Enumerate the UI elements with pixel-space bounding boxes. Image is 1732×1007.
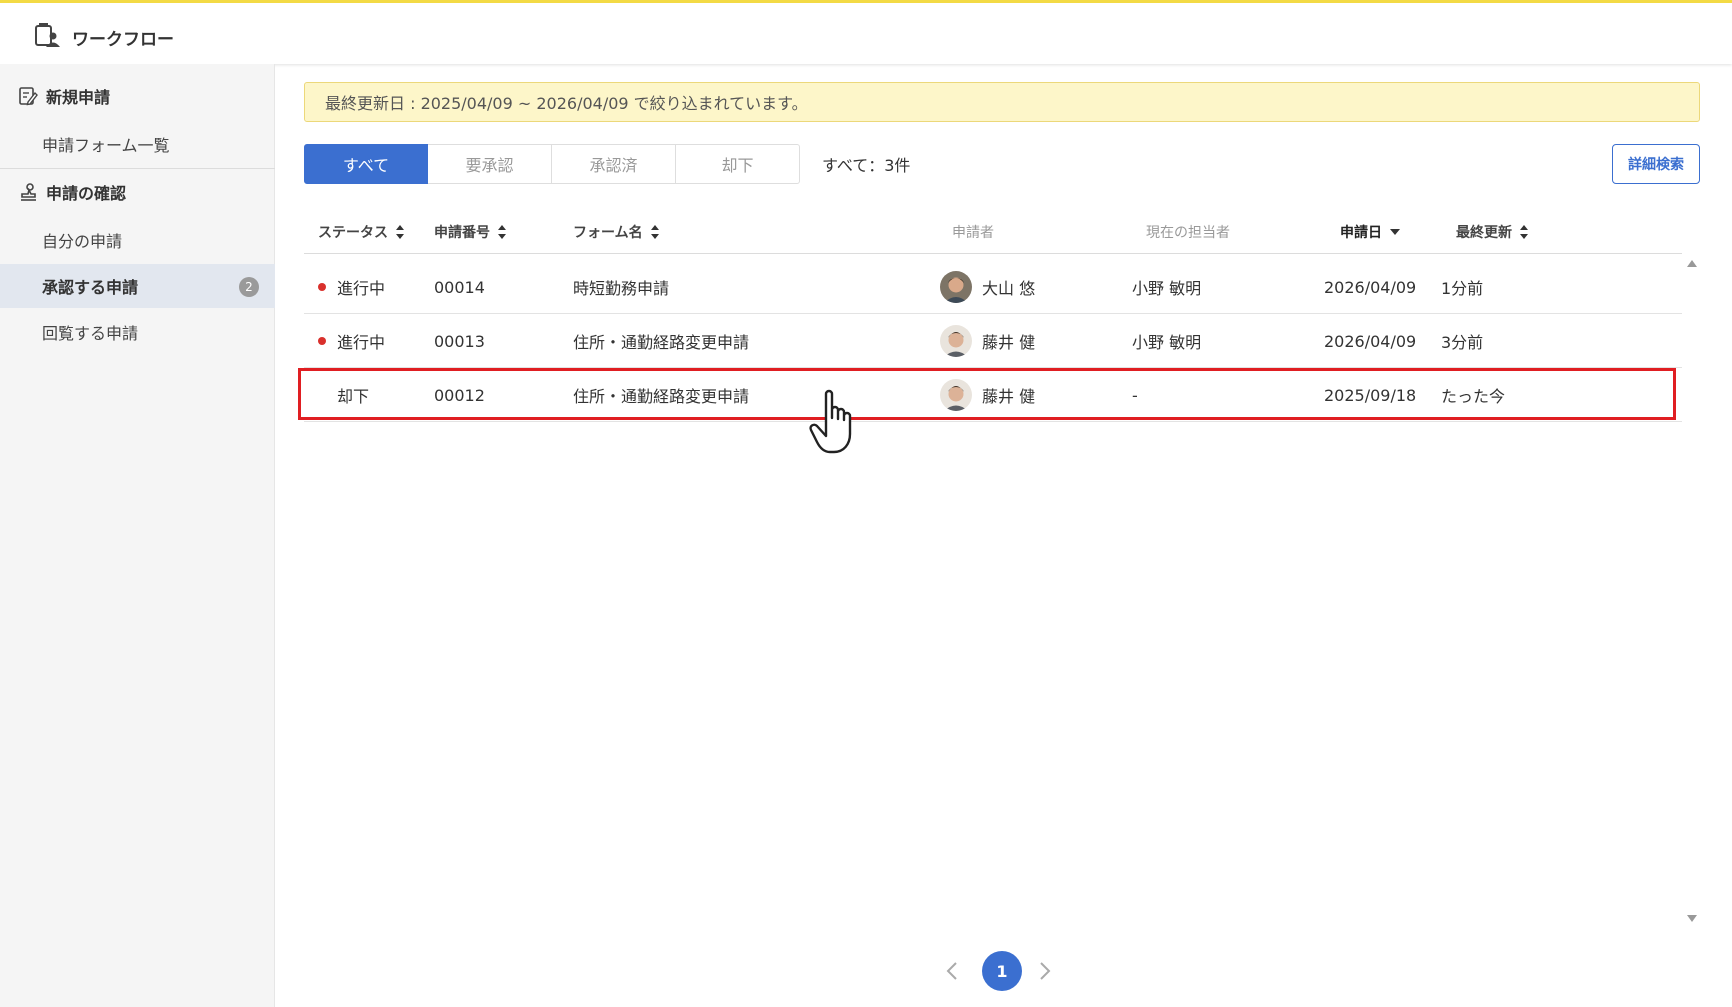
header-assignee: 現在の担当者: [1146, 210, 1230, 254]
sidebar-section-new-label: 新規申請: [46, 88, 111, 107]
scroll-up-icon[interactable]: [1687, 260, 1697, 267]
applicant-name: 大山 悠: [982, 279, 1036, 298]
tab-approved[interactable]: 承認済: [552, 144, 676, 184]
status-dot-icon: [318, 283, 326, 291]
status-cell: 進行中: [318, 314, 385, 368]
assignee-cell: -: [1132, 385, 1138, 405]
sidebar-item-label: 承認する申請: [42, 278, 139, 297]
avatar: [940, 271, 972, 303]
table-row[interactable]: 進行中 00013 住所・通勤経路変更申請 藤井 健 小野 敏明 2026/04…: [304, 314, 1682, 368]
sidebar-item-label: 自分の申請: [42, 232, 123, 251]
status-dot-icon: [318, 337, 326, 345]
sidebar-section-new: 新規申請: [0, 76, 275, 116]
header-number[interactable]: 申請番号: [434, 210, 506, 254]
chevron-left-icon[interactable]: [945, 961, 959, 985]
detail-search-label: 詳細検索: [1628, 157, 1684, 173]
form-cell: 住所・通勤経路変更申請: [573, 333, 750, 352]
table-scrollbar[interactable]: [1685, 260, 1699, 922]
header-label: ステータス: [318, 225, 388, 241]
header-updated[interactable]: 最終更新: [1456, 210, 1528, 254]
updated-cell: 1分前: [1441, 279, 1484, 298]
status-cell: 進行中: [318, 260, 385, 314]
sidebar-item-circulate[interactable]: 回覧する申請: [0, 310, 275, 354]
pagination: 1: [275, 951, 1732, 991]
status-cell: 却下: [337, 368, 369, 422]
count-badge: 2: [239, 277, 259, 297]
sort-icon: [498, 225, 506, 239]
sidebar-item-mine[interactable]: 自分の申請: [0, 218, 275, 262]
avatar: [940, 325, 972, 357]
tab-label: 却下: [721, 156, 754, 175]
scroll-down-icon[interactable]: [1687, 915, 1697, 922]
number-cell: 00013: [434, 331, 485, 351]
status-text: 進行中: [337, 333, 386, 352]
top-bar: ワークフロー: [0, 0, 1732, 64]
detail-search-button[interactable]: 詳細検索: [1612, 144, 1700, 184]
table-row[interactable]: 進行中 00014 時短勤務申請 大山 悠 小野 敏明 2026/04/09 1…: [304, 260, 1682, 314]
date-cell: 2026/04/09: [1324, 331, 1417, 351]
workflow-icon: [33, 22, 61, 50]
form-cell: 住所・通勤経路変更申請: [573, 387, 750, 406]
app-title: ワークフロー: [72, 30, 174, 50]
sidebar-section-confirm-label: 申請の確認: [46, 184, 127, 203]
sidebar-divider: [0, 168, 275, 169]
sort-icon: [396, 225, 404, 239]
sidebar-section-confirm: 申請の確認: [0, 172, 275, 212]
main-content: 最終更新日 : 2025/04/09 ~ 2026/04/09 で絞り込まれてい…: [275, 64, 1732, 1007]
header-label: 現在の担当者: [1146, 225, 1230, 241]
filter-notice: 最終更新日 : 2025/04/09 ~ 2026/04/09 で絞り込まれてい…: [304, 82, 1700, 122]
tab-rejected[interactable]: 却下: [676, 144, 800, 184]
filter-notice-text: 最終更新日 : 2025/04/09 ~ 2026/04/09 で絞り込まれてい…: [325, 94, 808, 113]
result-count: すべて：3件: [822, 156, 911, 175]
sidebar-item-form-list[interactable]: 申請フォーム一覧: [0, 122, 275, 166]
date-cell: 2025/09/18: [1324, 385, 1417, 405]
header-label: 申請番号: [434, 225, 490, 241]
form-cell: 時短勤務申請: [573, 279, 670, 298]
updated-cell: たった今: [1441, 387, 1506, 406]
page-number-button[interactable]: 1: [982, 951, 1022, 991]
sidebar-item-label: 申請フォーム一覧: [42, 136, 170, 155]
stamp-icon: [18, 182, 38, 202]
applicant-cell: 藤井 健: [940, 368, 1035, 422]
header-label: フォーム名: [573, 225, 643, 241]
tab-label: 承認済: [589, 156, 638, 175]
edit-document-icon: [18, 86, 38, 106]
status-tabs: すべて 要承認 承認済 却下: [304, 144, 800, 184]
status-text: 却下: [337, 387, 370, 406]
sort-icon: [1520, 225, 1528, 239]
avatar: [940, 379, 972, 411]
header-applicant: 申請者: [952, 210, 994, 254]
tab-label: 要承認: [465, 156, 514, 175]
sidebar-item-approve[interactable]: 承認する申請 2: [0, 264, 275, 308]
header-date[interactable]: 申請日: [1340, 210, 1400, 254]
assignee-cell: 小野 敏明: [1132, 333, 1202, 352]
date-cell: 2026/04/09: [1324, 277, 1417, 297]
table-row[interactable]: 却下 00012 住所・通勤経路変更申請 藤井 健 - 2025/09/18 た…: [304, 368, 1682, 422]
header-label: 申請日: [1340, 225, 1382, 241]
header-form[interactable]: フォーム名: [573, 210, 659, 254]
header-label: 最終更新: [1456, 225, 1512, 241]
updated-cell: 3分前: [1441, 333, 1484, 352]
applicant-name: 藤井 健: [982, 333, 1036, 352]
sort-icon: [650, 225, 659, 239]
status-text: 進行中: [337, 279, 386, 298]
tab-needs-approval[interactable]: 要承認: [428, 144, 552, 184]
sidebar: 新規申請 申請フォーム一覧 申請の確認 自分の申請 承認する申請 2 回覧する申…: [0, 64, 275, 1007]
number-cell: 00012: [434, 385, 485, 405]
table-header: ステータス 申請番号 フォーム名 申請者 現在の担当者 申請日 最終更新: [304, 210, 1682, 254]
tab-label: すべて: [342, 156, 390, 175]
assignee-cell: 小野 敏明: [1132, 279, 1202, 298]
sidebar-item-label: 回覧する申請: [42, 324, 139, 343]
number-cell: 00014: [434, 277, 485, 297]
header-status[interactable]: ステータス: [318, 210, 404, 254]
chevron-right-icon[interactable]: [1038, 961, 1052, 985]
applicant-cell: 大山 悠: [940, 260, 1035, 314]
sort-desc-icon: [1390, 228, 1400, 236]
applicant-cell: 藤井 健: [940, 314, 1035, 368]
tab-all[interactable]: すべて: [304, 144, 428, 184]
header-label: 申請者: [952, 225, 994, 241]
applicant-name: 藤井 健: [982, 387, 1036, 406]
